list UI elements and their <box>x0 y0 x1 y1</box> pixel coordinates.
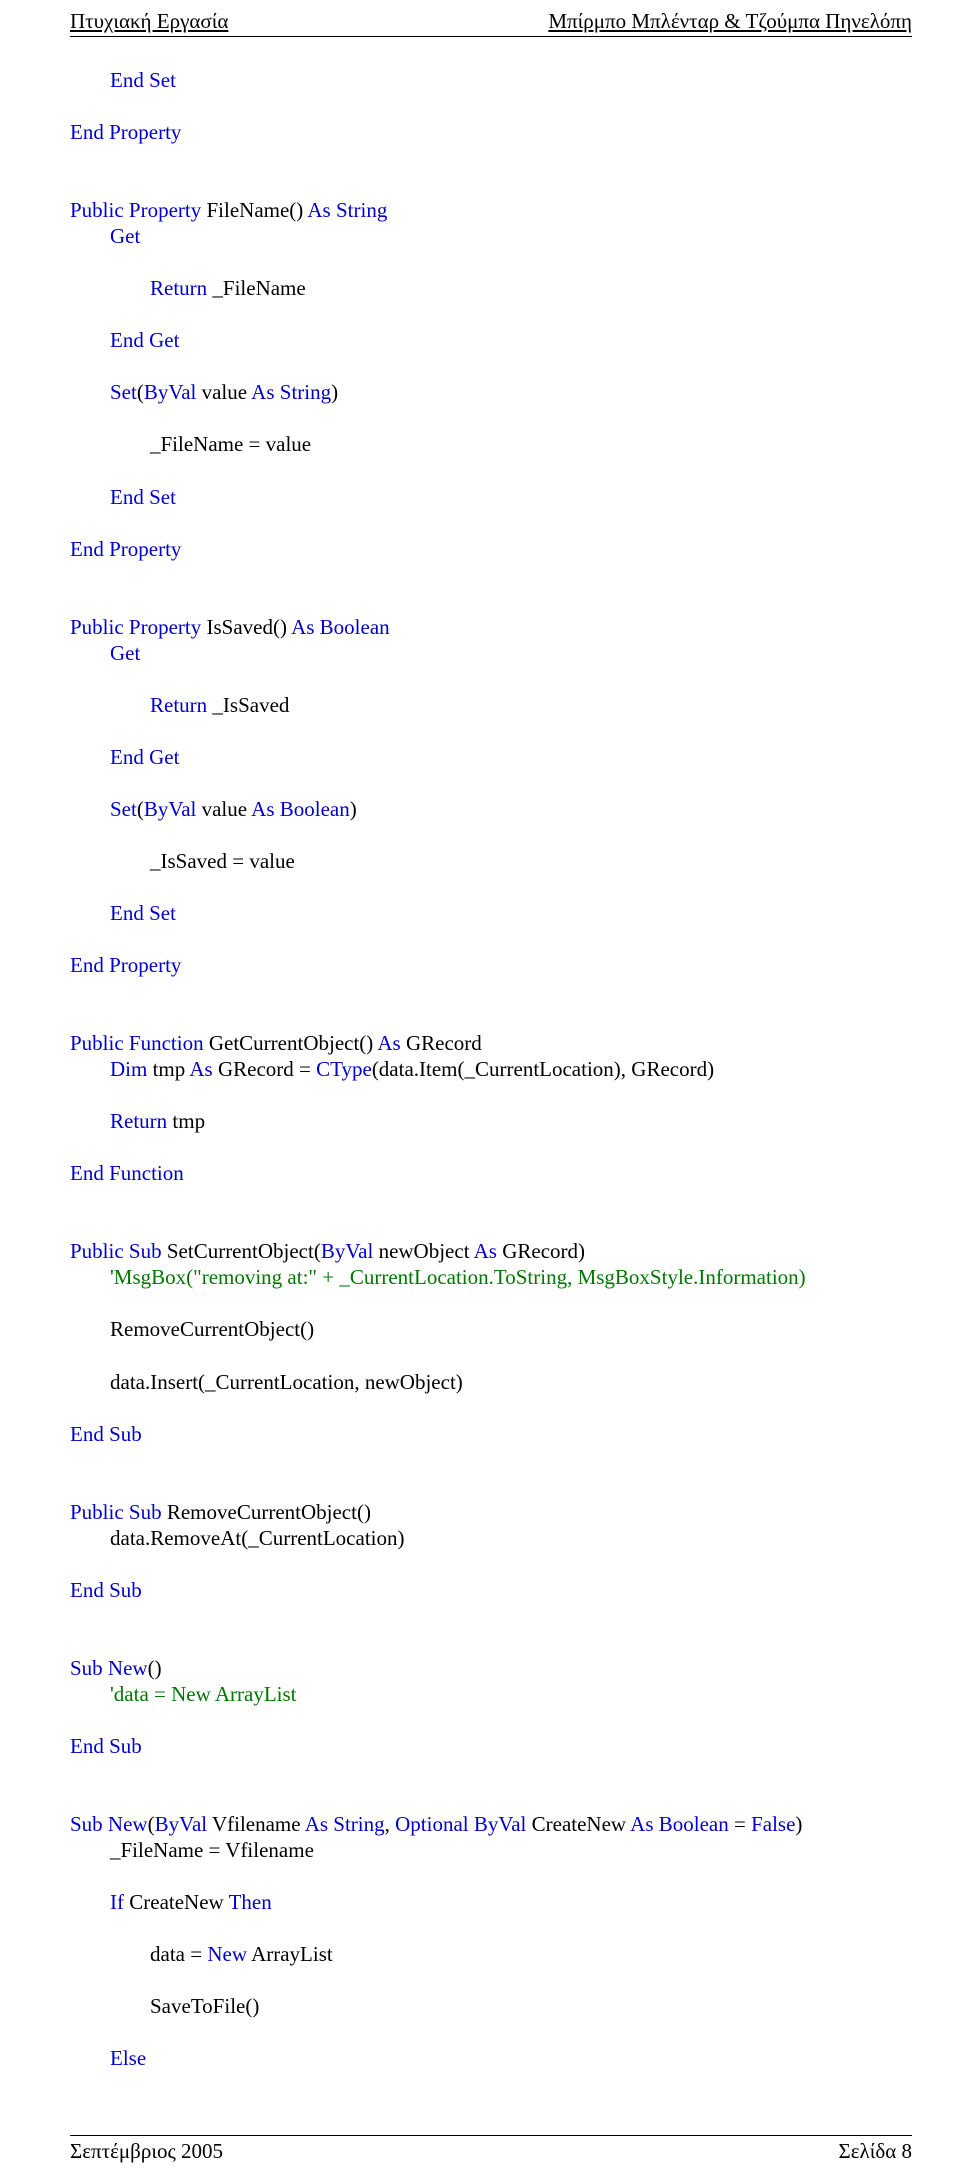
code-text: ) <box>795 1812 802 1836</box>
code-text: _FileName = Vfilename <box>110 1838 314 1862</box>
code-text: ( <box>137 380 144 404</box>
footer-page-number: Σελίδα 8 <box>838 2138 912 2164</box>
code-text: Set <box>110 380 137 404</box>
code-text: As <box>377 1031 400 1055</box>
code-text: value <box>196 380 251 404</box>
code-text: Else <box>110 2046 146 2070</box>
code-text: As <box>474 1239 497 1263</box>
code-text: End Sub <box>70 1734 142 1758</box>
code-text: (data.Item(_CurrentLocation), GRecord) <box>372 1057 714 1081</box>
code-text: Return <box>110 1109 167 1133</box>
code-text: End Property <box>70 537 181 561</box>
code-text: IsSaved() <box>201 615 291 639</box>
code-text: data.RemoveAt(_CurrentLocation) <box>110 1526 404 1550</box>
code-text: Get <box>110 641 140 665</box>
code-text: As Boolean <box>630 1812 729 1836</box>
footer-rule <box>70 2135 912 2136</box>
code-text: As String <box>251 380 331 404</box>
code-text: End Get <box>110 328 179 352</box>
code-text: _IsSaved = value <box>150 849 295 873</box>
code-text: Dim <box>110 1057 147 1081</box>
code-text: tmp <box>147 1057 189 1081</box>
code-text: GRecord) <box>497 1239 585 1263</box>
code-text: tmp <box>167 1109 205 1133</box>
code-text: Then <box>229 1890 272 1914</box>
header-left-title: Πτυχιακή Εργασία <box>70 8 228 34</box>
code-text: As Boolean <box>251 797 350 821</box>
code-text: As String <box>307 198 387 222</box>
code-text: End Property <box>70 120 181 144</box>
header-rule <box>70 36 912 37</box>
footer-date: Σεπτέμβριος 2005 <box>70 2138 223 2164</box>
code-text: () <box>148 1656 162 1680</box>
code-comment: 'MsgBox("removing at:" + _CurrentLocatio… <box>110 1265 806 1289</box>
code-text: Sub New <box>70 1812 148 1836</box>
code-text: ByVal <box>155 1812 208 1836</box>
code-text: As String <box>305 1812 385 1836</box>
code-text: If <box>110 1890 124 1914</box>
code-block: End Set End Property Public Property Fil… <box>70 41 912 2123</box>
code-text: False <box>751 1812 795 1836</box>
code-text: GetCurrentObject() <box>204 1031 378 1055</box>
code-text: GRecord = <box>213 1057 316 1081</box>
code-text: End Set <box>110 485 176 509</box>
code-text: End Function <box>70 1161 184 1185</box>
code-text: newObject <box>373 1239 473 1263</box>
code-text: Set <box>110 797 137 821</box>
code-text: Vfilename <box>207 1812 305 1836</box>
code-text: CType <box>316 1057 372 1081</box>
code-text: ArrayList <box>247 1942 333 1966</box>
code-text: Return <box>150 693 207 717</box>
code-text: SaveToFile() <box>150 1994 259 2018</box>
page-footer: Σεπτέμβριος 2005 Σελίδα 8 <box>70 2135 912 2174</box>
code-text: ByVal <box>144 797 197 821</box>
code-text: End Sub <box>70 1578 142 1602</box>
code-text: End Set <box>110 68 176 92</box>
code-text: Public Property <box>70 198 201 222</box>
code-text: _IsSaved <box>207 693 289 717</box>
code-text: data.Insert(_CurrentLocation, newObject) <box>110 1370 463 1394</box>
code-text: RemoveCurrentObject() <box>110 1317 314 1341</box>
code-text: ( <box>148 1812 155 1836</box>
code-text: Public Sub <box>70 1500 162 1524</box>
code-text: As Boolean <box>291 615 390 639</box>
header-right-authors: Μπίρμπο Μπλένταρ & Τζούμπα Πηνελόπη <box>548 8 912 34</box>
code-text: End Property <box>70 953 181 977</box>
page-header: Πτυχιακή Εργασία Μπίρμπο Μπλένταρ & Τζού… <box>70 0 912 36</box>
code-text: RemoveCurrentObject() <box>162 1500 371 1524</box>
code-text: End Set <box>110 901 176 925</box>
code-text: ( <box>137 797 144 821</box>
code-text: End Get <box>110 745 179 769</box>
code-text: SetCurrentObject( <box>162 1239 321 1263</box>
code-text: End Sub <box>70 1422 142 1446</box>
code-text: Get <box>110 224 140 248</box>
code-text: CreateNew <box>124 1890 229 1914</box>
code-text: , <box>385 1812 396 1836</box>
code-text: data = <box>150 1942 207 1966</box>
code-text: _FileName <box>207 276 306 300</box>
code-text: GRecord <box>401 1031 482 1055</box>
code-text: Public Sub <box>70 1239 162 1263</box>
code-text: Public Property <box>70 615 201 639</box>
code-text: ) <box>331 380 338 404</box>
code-text: FileName() <box>201 198 307 222</box>
code-text: CreateNew <box>526 1812 630 1836</box>
code-text: value <box>196 797 251 821</box>
code-text: Optional ByVal <box>395 1812 526 1836</box>
code-text: New <box>207 1942 247 1966</box>
code-text: ) <box>350 797 357 821</box>
code-text: Sub New <box>70 1656 148 1680</box>
code-comment: 'data = New ArrayList <box>110 1682 297 1706</box>
code-text: ByVal <box>321 1239 374 1263</box>
code-text: _FileName = value <box>150 432 311 456</box>
code-text: ByVal <box>144 380 197 404</box>
code-text: As <box>189 1057 212 1081</box>
code-text: Return <box>150 276 207 300</box>
code-text: = <box>729 1812 751 1836</box>
code-text: Public Function <box>70 1031 204 1055</box>
